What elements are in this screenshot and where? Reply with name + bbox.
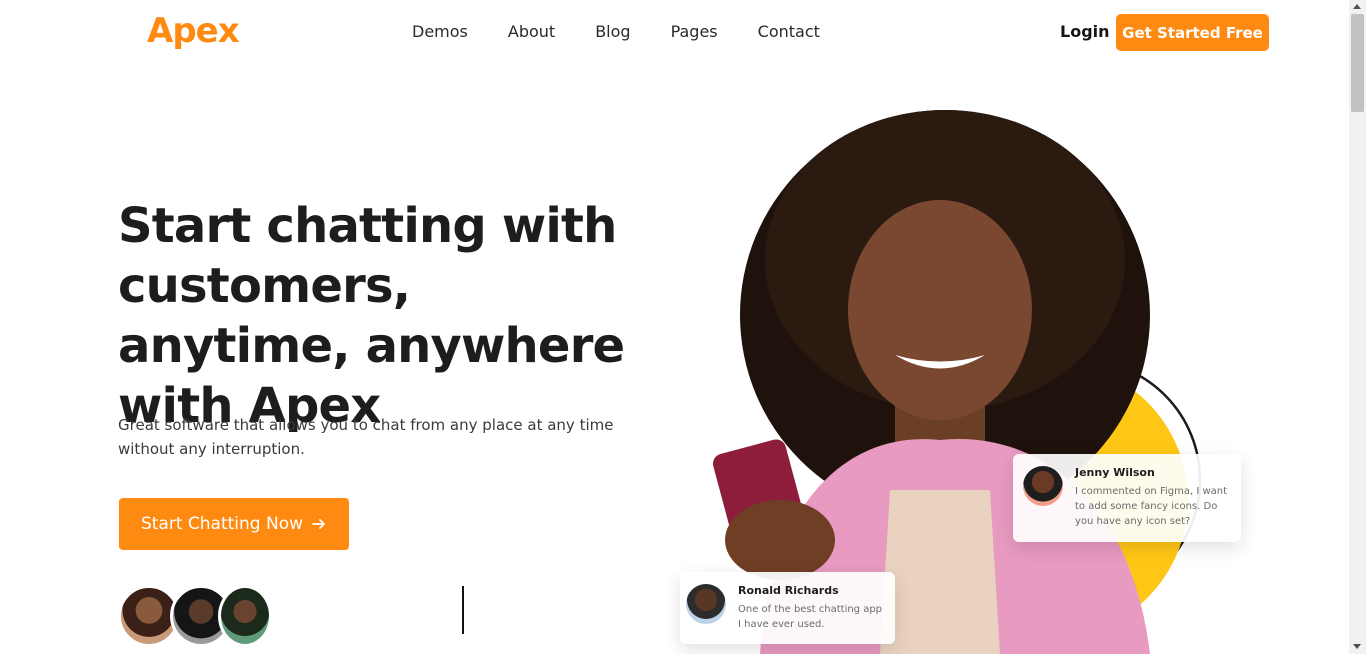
nav-item-demos[interactable]: Demos <box>412 22 468 41</box>
main-nav: Demos About Blog Pages Contact <box>412 22 860 41</box>
scroll-down-icon[interactable] <box>1353 644 1361 649</box>
chat-message: One of the best chatting app I have ever… <box>738 604 883 630</box>
nav-item-pages[interactable]: Pages <box>671 22 718 41</box>
avatar <box>1023 466 1063 506</box>
divider <box>462 586 464 634</box>
scroll-thumb[interactable] <box>1351 14 1364 112</box>
page-scrollbar[interactable] <box>1349 0 1366 654</box>
avatar <box>218 585 272 647</box>
hero-subtitle: Great software that allows you to chat f… <box>118 416 614 458</box>
chat-card-ronald: Ronald Richards One of the best chatting… <box>680 572 895 644</box>
start-chatting-button[interactable]: Start Chatting Now <box>119 498 349 550</box>
apex-logo[interactable]: Apex <box>147 11 240 51</box>
nav-item-blog[interactable]: Blog <box>595 22 630 41</box>
chat-card-jenny: Jenny Wilson I commented on Figma, I wan… <box>1013 454 1241 542</box>
scroll-up-icon[interactable] <box>1353 4 1361 9</box>
avatar <box>686 584 726 624</box>
start-chatting-label: Start Chatting Now <box>140 514 304 534</box>
arrow-right-icon <box>312 519 325 529</box>
nav-item-about[interactable]: About <box>508 22 555 41</box>
login-link[interactable]: Login <box>1060 22 1110 41</box>
chat-message: I commented on Figma, I want to add some… <box>1075 486 1228 527</box>
hero-title: Start chatting with customers, anytime, … <box>118 198 625 434</box>
get-started-button[interactable]: Get Started Free <box>1116 14 1269 51</box>
user-avatar-group <box>118 585 272 647</box>
nav-item-contact[interactable]: Contact <box>758 22 820 41</box>
hero-illustration <box>712 110 1202 654</box>
site-header: Apex Demos About Blog Pages Contact Logi… <box>0 0 1349 66</box>
chat-author: Jenny Wilson <box>1075 466 1155 479</box>
chat-author: Ronald Richards <box>738 584 839 597</box>
